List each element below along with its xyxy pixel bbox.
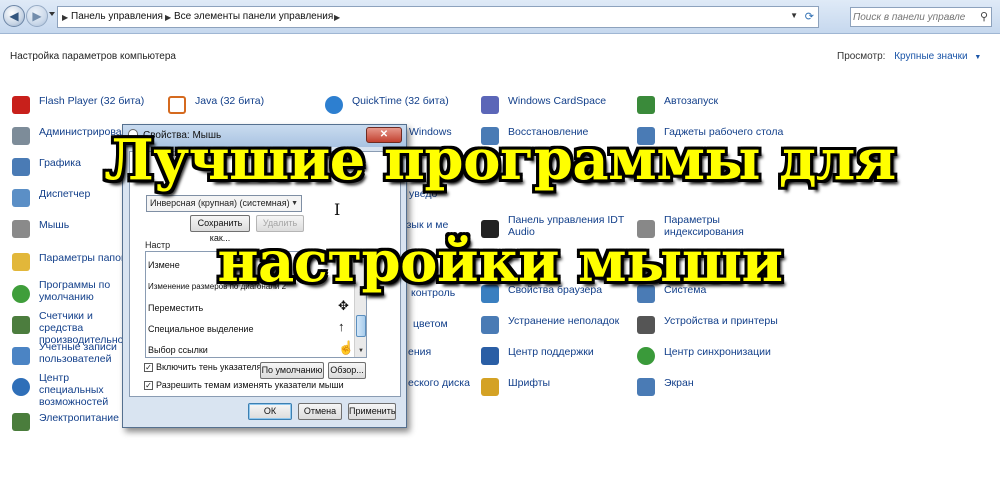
cp-item-label[interactable]: Шрифты — [508, 377, 550, 389]
move-cursor-icon: ✥ — [338, 298, 349, 313]
shadow-checkbox-label: Включить тень указателя — [156, 362, 262, 372]
sync-center-icon — [637, 347, 655, 365]
user-accounts-icon — [12, 347, 30, 365]
cp-item-label[interactable]: Flash Player (32 бита) — [39, 95, 144, 107]
view-by-label: Просмотр: — [837, 51, 886, 62]
fonts-icon — [481, 378, 499, 396]
cp-item-devices-printers[interactable]: Устройства и принтеры — [637, 313, 787, 339]
cp-item-label[interactable]: Электропитание — [39, 412, 119, 424]
chevron-down-icon[interactable]: ▼ — [974, 54, 981, 61]
cp-item-label[interactable]: QuickTime (32 бита) — [352, 95, 449, 107]
power-icon — [12, 413, 30, 431]
cp-item-autoplay[interactable]: Автозапуск — [637, 93, 787, 119]
crumb-separator-icon[interactable]: ▶ — [334, 13, 340, 22]
ok-button[interactable]: ОК — [248, 403, 292, 420]
crumb-root-arrow-icon[interactable]: ▶ — [62, 13, 68, 22]
cursor-row-label: Переместить — [148, 303, 204, 313]
caption-line-2: настройки мыши — [217, 229, 783, 295]
cp-item-label[interactable]: Автозапуск — [664, 95, 718, 107]
breadcrumb[interactable]: ▶ Панель управления ▶ Все элементы панел… — [57, 6, 819, 28]
cursor-row[interactable]: Специальное выделение — [148, 324, 253, 334]
cursor-row[interactable]: Переместить — [148, 303, 203, 313]
cp-item-ease-of-access[interactable]: Центр специальных возможностей — [12, 372, 122, 408]
crumb-control-panel[interactable]: Панель управления — [71, 11, 163, 22]
cp-item-sync-center[interactable]: Центр синхронизации — [637, 344, 787, 370]
cp-item-troubleshooting[interactable]: Устранение неполадок — [481, 313, 631, 339]
quicktime-icon — [325, 96, 343, 114]
cp-item-label[interactable]: Java (32 бита) — [195, 95, 264, 107]
themes-checkbox[interactable]: ✓ — [144, 381, 153, 390]
cp-item-label[interactable]: Мышь — [39, 219, 69, 231]
cp-item-label[interactable]: Учетные записи пользователей — [39, 341, 119, 365]
cp-item-label[interactable]: Устройства и принтеры — [664, 315, 778, 327]
cp-item-label[interactable]: ения — [408, 346, 431, 358]
caption-line-1: Лучшие программы для — [104, 127, 896, 193]
view-by: Просмотр: Крупные значки ▼ — [837, 51, 981, 62]
cancel-button[interactable]: Отмена — [298, 403, 342, 420]
page-title: Настройка параметров компьютера — [10, 51, 176, 62]
cp-item-label[interactable]: Центр поддержки — [508, 346, 594, 358]
search-icon[interactable]: ⚲ — [980, 10, 988, 23]
cp-item-label[interactable]: Экран — [664, 377, 694, 389]
history-dropdown-icon[interactable] — [49, 12, 55, 16]
cp-item-label[interactable]: еского диска — [408, 377, 470, 389]
view-by-dropdown[interactable]: Крупные значки — [894, 51, 967, 62]
device-manager-icon — [12, 189, 30, 207]
browse-button[interactable]: Обзор... — [328, 362, 366, 379]
refresh-icon[interactable]: ⟳ — [805, 10, 814, 23]
scrollbar-thumb[interactable] — [356, 315, 366, 337]
back-button[interactable]: ◀ — [3, 5, 25, 27]
crumb-all-items[interactable]: Все элементы панели управления — [174, 11, 333, 22]
scheme-select[interactable]: Инверсная (крупная) (системная) — [146, 195, 302, 212]
cp-item-fonts[interactable]: Шрифты — [481, 375, 631, 401]
cp-item-java[interactable]: Java (32 бита) — [168, 93, 298, 119]
cp-item-display[interactable]: Экран — [637, 375, 787, 401]
cp-item-power[interactable]: Электропитание — [12, 410, 122, 436]
flash-icon — [12, 96, 30, 114]
address-dropdown-icon[interactable]: ▼ — [790, 11, 798, 20]
performance-icon — [12, 316, 30, 334]
cp-item-performance[interactable]: Счетчики и средства производительности — [12, 310, 139, 346]
cp-item-label[interactable]: Центр специальных возможностей — [39, 372, 129, 408]
cursor-row[interactable]: Выбор ссылки — [148, 345, 208, 355]
control-panel-window: ◀ ▶ ▶ Панель управления ▶ Все элементы п… — [0, 0, 1000, 500]
alternate-select-cursor-icon: ↑ — [338, 319, 345, 334]
devices-printers-icon — [637, 316, 655, 334]
apply-button[interactable]: Применить — [348, 403, 396, 420]
cp-item-label[interactable]: Устранение неполадок — [508, 315, 619, 327]
scroll-down-icon[interactable]: ▼ — [356, 346, 366, 356]
cp-item-user-accounts[interactable]: Учетные записи пользователей — [12, 341, 122, 370]
cp-item-label[interactable]: цветом — [413, 318, 448, 330]
troubleshoot-icon — [481, 316, 499, 334]
java-icon — [168, 96, 186, 114]
search-input[interactable] — [853, 10, 971, 24]
address-bar: ◀ ▶ ▶ Панель управления ▶ Все элементы п… — [0, 0, 1000, 34]
cp-item-label[interactable]: Центр синхронизации — [664, 346, 771, 358]
cursor-row-label: Выбор ссылки — [148, 345, 208, 355]
shadow-checkbox[interactable]: ✓ — [144, 363, 153, 372]
search-box[interactable]: ⚲ — [850, 7, 992, 27]
cp-item-label[interactable]: Windows CardSpace — [508, 95, 606, 107]
cp-item-cardspace[interactable]: Windows CardSpace — [481, 93, 631, 119]
ease-of-access-icon — [12, 378, 30, 396]
cursor-preview-icon: I — [334, 200, 341, 219]
forward-button[interactable]: ▶ — [26, 5, 48, 27]
cp-item-action-center[interactable]: Центр поддержки — [481, 344, 631, 370]
cp-item-flash[interactable]: Flash Player (32 бита) — [12, 93, 162, 119]
action-center-icon — [481, 347, 499, 365]
display-icon — [637, 378, 655, 396]
cp-item-quicktime[interactable]: QuickTime (32 бита) — [325, 93, 465, 119]
crumb-separator-icon[interactable]: ▶ — [165, 13, 171, 22]
themes-checkbox-label: Разрешить темам изменять указатели мыши — [156, 380, 344, 390]
hand-cursor-icon: ☝ — [338, 340, 355, 355]
cardspace-icon — [481, 96, 499, 114]
default-button[interactable]: По умолчанию — [260, 362, 324, 379]
autoplay-icon — [637, 96, 655, 114]
cursor-row-label: Специальное выделение — [148, 324, 254, 334]
